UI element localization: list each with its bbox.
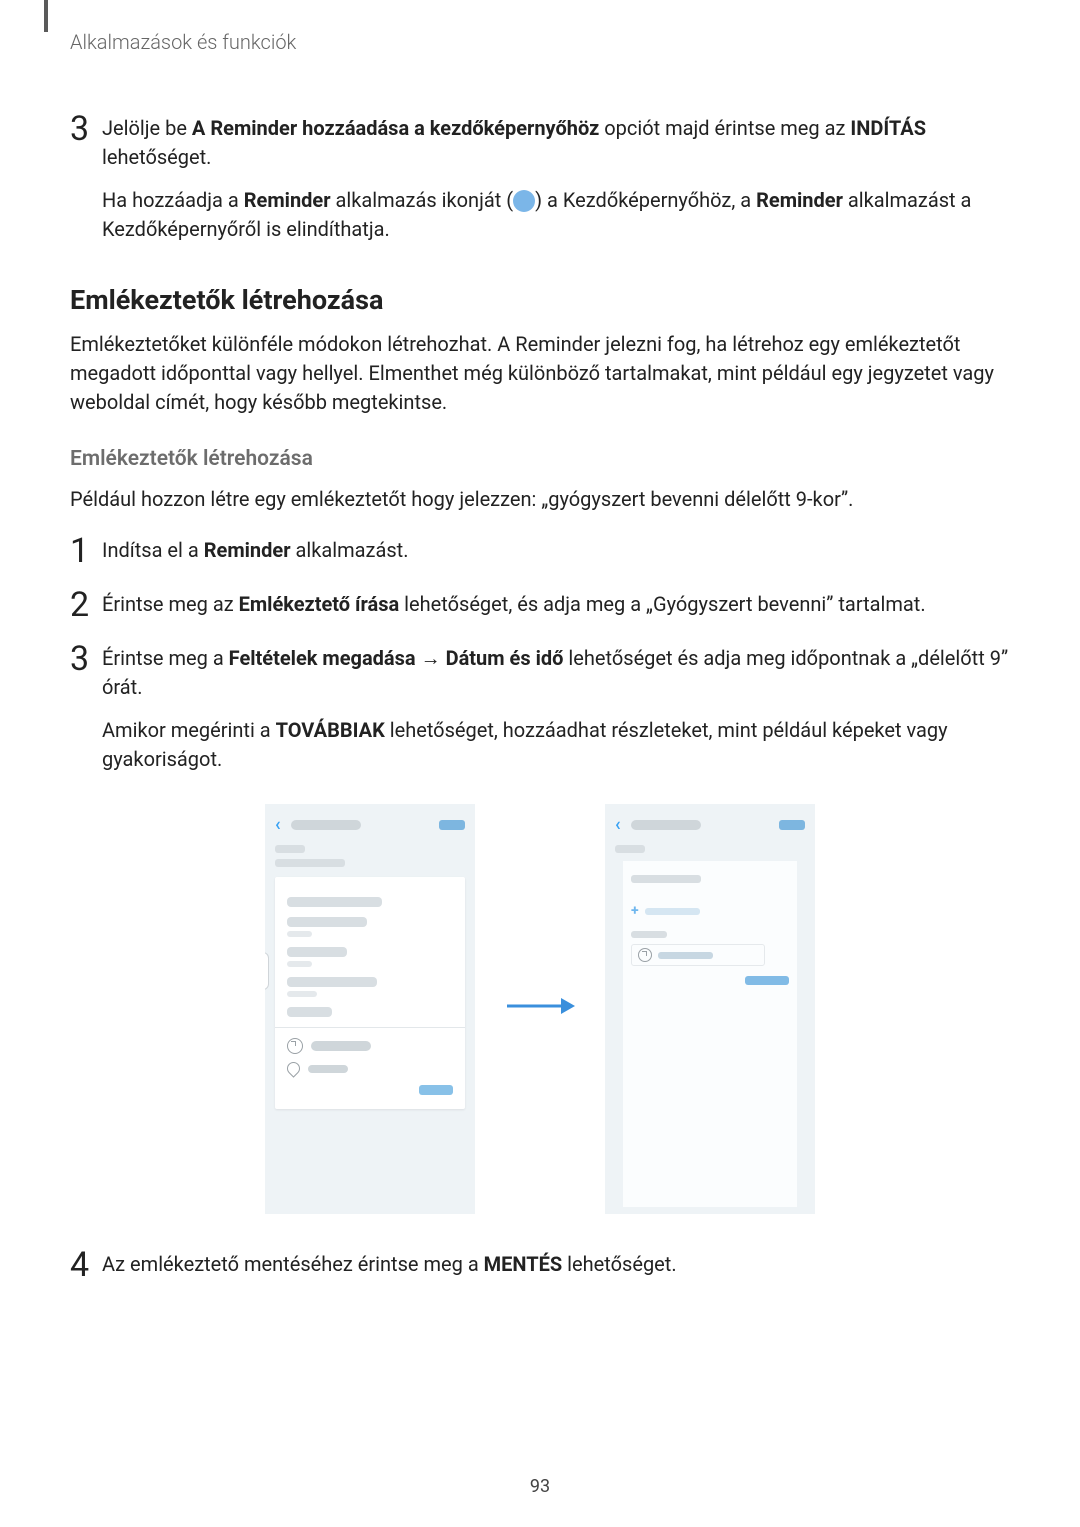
back-icon: ‹ <box>275 814 281 835</box>
text-bold: A Reminder hozzáadása a kezdőképernyőhöz <box>192 116 599 140</box>
text: lehetőséget. <box>102 145 211 169</box>
paragraph: Emlékeztetőket különféle módokon létreho… <box>70 330 1010 417</box>
arrow-text: → <box>416 646 446 670</box>
step-number: 2 <box>70 588 102 622</box>
step-body: Érintse meg a Feltételek megadása → Dátu… <box>102 644 1010 702</box>
text-bold: Dátum és idő <box>446 646 564 670</box>
step-body: Jelölje be A Reminder hozzáadása a kezdő… <box>102 114 1010 172</box>
placeholder-line <box>311 1041 371 1051</box>
text-bold: MENTÉS <box>484 1252 563 1276</box>
add-link-row: + <box>631 903 789 919</box>
placeholder-line <box>287 1007 332 1017</box>
plus-icon: + <box>631 903 639 919</box>
top-right-action <box>779 820 805 830</box>
placeholder-line <box>287 917 367 927</box>
text-bold: INDÍTÁS <box>850 116 926 140</box>
card-action <box>287 1085 453 1095</box>
datetime-chip <box>631 944 765 966</box>
arrow-right-icon <box>505 994 575 1018</box>
step-body: Az emlékeztető mentéséhez érintse meg a … <box>102 1250 1010 1282</box>
step-3b: 3 Érintse meg a Feltételek megadása → Dá… <box>70 644 1010 702</box>
step-extra: Ha hozzáadja a Reminder alkalmazás ikonj… <box>102 186 1010 244</box>
time-row <box>287 1038 453 1054</box>
subsection-heading: Emlékeztetők létrehozása <box>70 447 1010 471</box>
placeholder-line <box>287 991 317 997</box>
text: alkalmazás ikonját ( <box>331 188 514 212</box>
text: Érintse meg a <box>102 646 229 670</box>
clock-icon <box>287 1038 303 1054</box>
phone-screenshot-1: ‹ <box>265 804 475 1214</box>
back-icon: ‹ <box>615 814 621 835</box>
step-body: Indítsa el a Reminder alkalmazást. <box>102 536 1010 568</box>
placeholder-line <box>308 1065 348 1073</box>
placeholder-line <box>287 897 382 907</box>
text: Jelölje be <box>102 116 192 140</box>
step-number: 3 <box>70 112 102 172</box>
step-1: 1 Indítsa el a Reminder alkalmazást. <box>70 536 1010 568</box>
text: lehetőséget. <box>562 1252 676 1276</box>
phone-notch <box>265 952 269 990</box>
phone-screenshot-2: ‹ + <box>605 804 815 1214</box>
save-row <box>631 976 789 985</box>
phone-top-bar: ‹ <box>265 804 475 839</box>
text-bold: Reminder <box>204 538 291 562</box>
phone-top-bar: ‹ <box>605 804 815 839</box>
step-4: 4 Az emlékeztető mentéséhez érintse meg … <box>70 1250 1010 1282</box>
text: ) a Kezdőképernyőhöz, a <box>535 188 756 212</box>
placeholder-line <box>287 977 377 987</box>
placeholder-title <box>631 820 701 830</box>
text: Érintse meg az <box>102 592 239 616</box>
placeholder-line <box>287 961 312 967</box>
step-number: 1 <box>70 534 102 568</box>
section-heading: Emlékeztetők létrehozása <box>70 284 1010 316</box>
step-3: 3 Jelölje be A Reminder hozzáadása a kez… <box>70 114 1010 172</box>
placeholder-line <box>275 845 305 853</box>
reminder-app-icon <box>513 190 535 212</box>
text: lehetőséget, és adja meg a „Gyógyszert b… <box>399 592 925 616</box>
page-header: Alkalmazások és funkciók <box>70 30 1010 54</box>
placeholder-line <box>615 845 645 853</box>
reminder-card <box>275 877 465 1109</box>
step-2: 2 Érintse meg az Emlékeztető írása lehet… <box>70 590 1010 622</box>
edit-area: + <box>623 861 797 1207</box>
placeholder-line <box>287 947 347 957</box>
paragraph: Például hozzon létre egy emlékeztetőt ho… <box>70 485 1010 514</box>
text-bold: Reminder <box>756 188 843 212</box>
placeholder-line <box>275 859 345 867</box>
top-right-action <box>439 820 465 830</box>
placeholder-title <box>291 820 361 830</box>
save-button-placeholder <box>745 976 789 985</box>
placeholder-line <box>645 908 700 915</box>
text: Ha hozzáadja a <box>102 188 244 212</box>
text: alkalmazást. <box>291 538 409 562</box>
location-row <box>287 1062 453 1075</box>
placeholder-line <box>631 875 701 883</box>
page-corner-mark <box>44 0 48 32</box>
screenshot-row: ‹ <box>70 804 1010 1214</box>
step-number: 3 <box>70 642 102 702</box>
step-extra: Amikor megérinti a TOVÁBBIAK lehetőséget… <box>102 716 1010 774</box>
section-label <box>631 931 667 938</box>
clock-icon <box>638 948 652 962</box>
placeholder-line <box>658 952 713 959</box>
page-number: 93 <box>0 1476 1080 1497</box>
placeholder-line <box>287 931 312 937</box>
card-action-button <box>419 1085 453 1095</box>
location-pin-icon <box>284 1059 302 1077</box>
text: Amikor megérinti a <box>102 718 276 742</box>
step-body: Érintse meg az Emlékeztető írása lehetős… <box>102 590 1010 622</box>
text: Az emlékeztető mentéséhez érintse meg a <box>102 1252 484 1276</box>
text: opciót majd érintse meg az <box>599 116 850 140</box>
divider <box>275 1027 465 1028</box>
text-bold: Reminder <box>244 188 331 212</box>
text: Indítsa el a <box>102 538 204 562</box>
step-number: 4 <box>70 1248 102 1282</box>
text-bold: Emlékeztető írása <box>239 592 400 616</box>
text-bold: TOVÁBBIAK <box>276 718 385 742</box>
text-bold: Feltételek megadása <box>229 646 416 670</box>
